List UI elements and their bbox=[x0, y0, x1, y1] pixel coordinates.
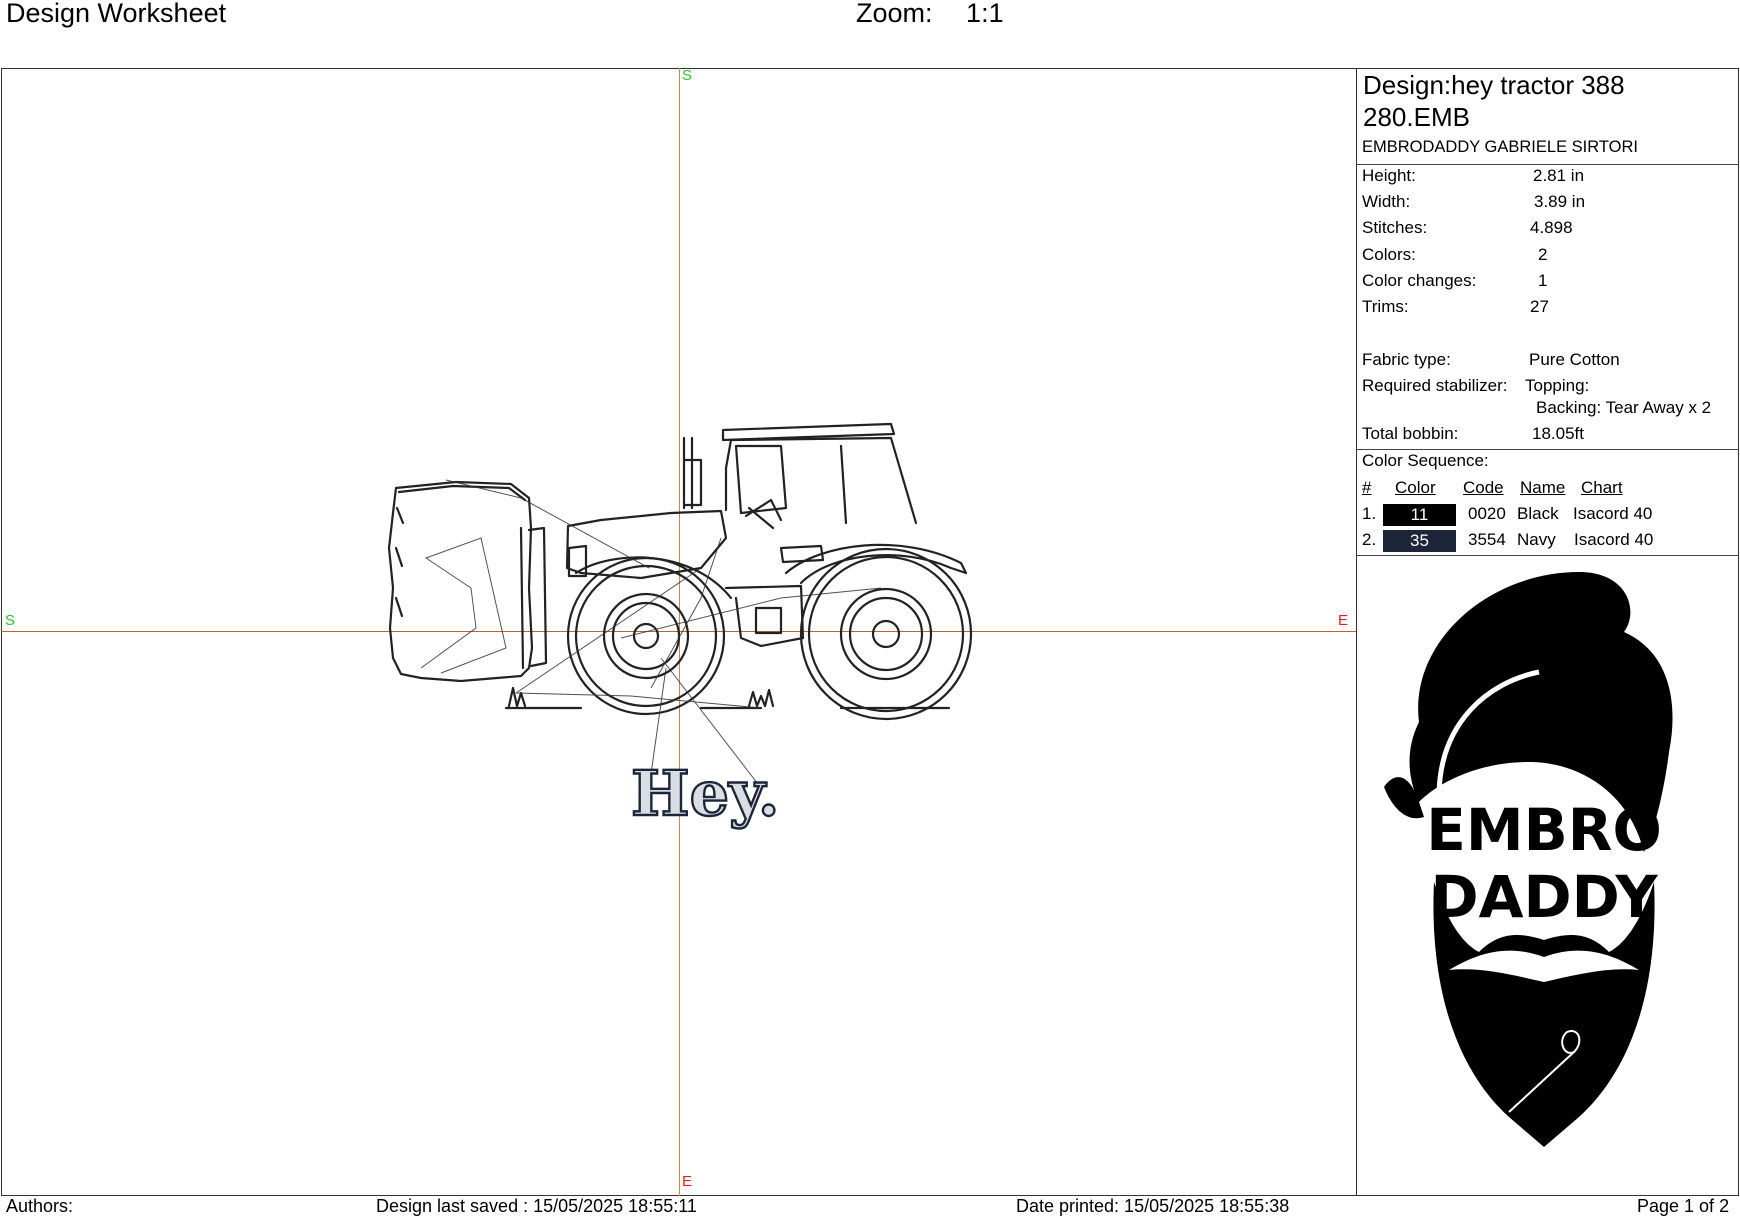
design-canvas: S S E E Hey. bbox=[1, 67, 1357, 1196]
logo-text-embro: EMBRO bbox=[1426, 796, 1662, 864]
stabilizer-label: Required stabilizer: bbox=[1362, 376, 1508, 395]
trims-label: Trims: bbox=[1362, 297, 1409, 316]
zoom-indicator: Zoom: 1:1 bbox=[856, 0, 1004, 29]
logo-text-daddy: DADDY bbox=[1430, 863, 1658, 931]
color-name: Black bbox=[1517, 504, 1559, 523]
color-swatch: 11 bbox=[1383, 504, 1456, 526]
divider bbox=[1357, 164, 1739, 165]
footer-last-saved: Design last saved : 15/05/2025 18:55:11 bbox=[376, 1196, 697, 1216]
worksheet-title: Design Worksheet bbox=[6, 0, 227, 28]
tractor-embroidery-design: Hey. bbox=[387, 422, 973, 831]
width-label: Width: bbox=[1362, 192, 1411, 211]
color-changes-label: Color changes: bbox=[1362, 271, 1477, 290]
col-header-name: Name bbox=[1520, 478, 1566, 497]
color-changes-value: 1 bbox=[1538, 271, 1548, 290]
color-row-num: 1. bbox=[1362, 504, 1377, 523]
col-header-num: # bbox=[1362, 478, 1372, 497]
footer-authors: Authors: bbox=[6, 1196, 74, 1216]
design-text-hey: Hey. bbox=[631, 757, 780, 830]
color-chart: Isacord 40 bbox=[1573, 504, 1653, 523]
color-swatch: 35 bbox=[1383, 530, 1456, 552]
company-name: EMBRODADDY GABRIELE SIRTORI bbox=[1362, 138, 1638, 156]
col-header-chart: Chart bbox=[1581, 478, 1623, 497]
color-sequence-title: Color Sequence: bbox=[1362, 451, 1489, 470]
trims-value: 27 bbox=[1530, 297, 1549, 316]
colors-label: Colors: bbox=[1362, 245, 1416, 264]
colors-value: 2 bbox=[1538, 245, 1548, 264]
height-label: Height: bbox=[1362, 166, 1416, 185]
divider bbox=[1357, 555, 1739, 556]
stitches-label: Stitches: bbox=[1362, 218, 1428, 237]
color-row-num: 2. bbox=[1362, 530, 1377, 549]
fabric-value: Pure Cotton bbox=[1529, 350, 1620, 369]
footer-page-number: Page 1 of 2 bbox=[1637, 1196, 1730, 1216]
col-header-color: Color bbox=[1395, 478, 1436, 497]
stitches-value: 4.898 bbox=[1530, 218, 1573, 237]
bobbin-value: 18.05ft bbox=[1532, 424, 1584, 443]
footer-date-printed: Date printed: 15/05/2025 18:55:38 bbox=[1016, 1196, 1290, 1216]
color-code: 0020 bbox=[1468, 504, 1506, 523]
divider bbox=[1357, 449, 1739, 450]
backing-value: Backing: Tear Away x 2 bbox=[1536, 398, 1712, 417]
height-value: 2.81 in bbox=[1533, 166, 1585, 185]
zoom-value: 1:1 bbox=[966, 0, 1004, 28]
color-name: Navy bbox=[1517, 530, 1556, 549]
col-header-code: Code bbox=[1463, 478, 1504, 497]
topping-value: Topping: bbox=[1525, 376, 1590, 395]
zoom-label: Zoom: bbox=[856, 0, 933, 28]
bobbin-label: Total bobbin: bbox=[1362, 424, 1459, 443]
color-chart: Isacord 40 bbox=[1574, 530, 1654, 549]
embrodaddy-logo: EMBRO DADDY bbox=[1384, 572, 1673, 1147]
width-value: 3.89 in bbox=[1534, 192, 1586, 211]
design-name: Design:hey tractor 388 280.EMB bbox=[1363, 70, 1625, 132]
color-code: 3554 bbox=[1468, 530, 1506, 549]
fabric-label: Fabric type: bbox=[1362, 350, 1451, 369]
